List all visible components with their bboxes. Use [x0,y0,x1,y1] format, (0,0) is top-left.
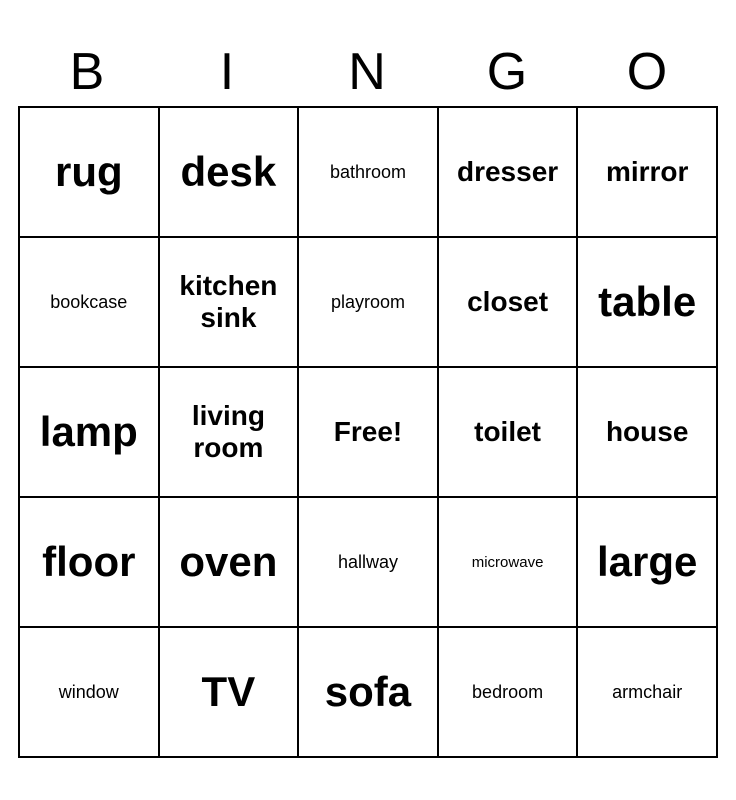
grid-cell: Free! [298,367,438,497]
grid-cell: mirror [577,107,717,237]
grid-cell: microwave [438,497,578,627]
header-letter: N [298,42,438,102]
grid-cell: dresser [438,107,578,237]
bingo-grid: rugdeskbathroomdressermirrorbookcasekitc… [18,106,718,758]
grid-cell: lamp [19,367,159,497]
grid-cell: desk [159,107,299,237]
grid-row: bookcasekitchen sinkplayroomclosettable [19,237,717,367]
header-letter: O [578,42,718,102]
grid-cell: TV [159,627,299,757]
grid-cell: playroom [298,237,438,367]
grid-cell: toilet [438,367,578,497]
grid-row: lampliving roomFree!toilethouse [19,367,717,497]
grid-row: floorovenhallwaymicrowavelarge [19,497,717,627]
grid-cell: window [19,627,159,757]
bingo-header: BINGO [18,42,718,102]
grid-cell: large [577,497,717,627]
grid-row: rugdeskbathroomdressermirror [19,107,717,237]
grid-cell: armchair [577,627,717,757]
grid-cell: table [577,237,717,367]
header-letter: B [18,42,158,102]
grid-cell: floor [19,497,159,627]
grid-cell: kitchen sink [159,237,299,367]
header-letter: I [158,42,298,102]
grid-cell: closet [438,237,578,367]
grid-cell: bedroom [438,627,578,757]
header-letter: G [438,42,578,102]
grid-cell: bathroom [298,107,438,237]
bingo-card: BINGO rugdeskbathroomdressermirrorbookca… [18,42,718,758]
grid-cell: bookcase [19,237,159,367]
grid-cell: oven [159,497,299,627]
grid-cell: rug [19,107,159,237]
grid-cell: house [577,367,717,497]
grid-cell: living room [159,367,299,497]
grid-cell: hallway [298,497,438,627]
grid-row: windowTVsofabedroomarmchair [19,627,717,757]
grid-cell: sofa [298,627,438,757]
